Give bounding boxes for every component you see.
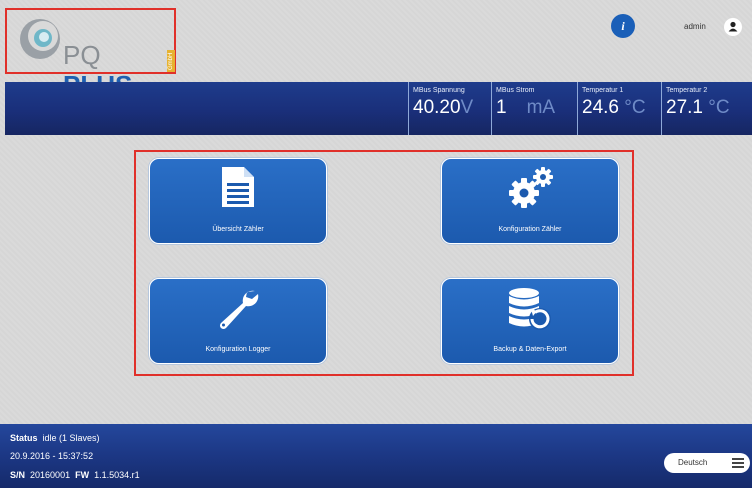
user-icon	[728, 21, 738, 32]
measurement-unit: V	[460, 97, 474, 118]
tile-label: Übersicht Zähler	[212, 226, 264, 233]
status-footer: Status idle (1 Slaves) 20.9.2016 - 15:37…	[0, 424, 752, 488]
language-label: Deutsch	[678, 458, 708, 467]
user-name[interactable]: admin	[684, 22, 706, 31]
firmware-label: FW	[75, 470, 90, 480]
page: PQ PLUS GmbH i admin MBus Spannung 40.20…	[0, 0, 752, 488]
measurement-unit: °C	[624, 97, 646, 118]
measurement-value: 40.20	[413, 97, 461, 118]
measurement-bar: MBus Spannung 40.20V MBus Strom 1 mA Temp…	[5, 82, 752, 135]
measurement-unit: mA	[526, 97, 556, 118]
info-button[interactable]: i	[611, 14, 635, 38]
user-avatar[interactable]	[724, 18, 742, 36]
main-menu: Übersicht Zähler Konfiguration Zähler Ko…	[134, 150, 634, 376]
status-value: idle (1 Slaves)	[42, 433, 100, 443]
serial-value: 20160001	[30, 470, 71, 480]
serial-label: S/N	[10, 470, 26, 480]
tile-label: Konfiguration Logger	[205, 346, 271, 353]
tile-label: Backup & Daten-Export	[493, 346, 567, 353]
measurement-label: Temperatur 1	[582, 87, 624, 94]
configure-logger-button[interactable]: Konfiguration Logger	[149, 278, 327, 364]
measurement-value: 1	[496, 97, 507, 118]
database-restore-icon	[509, 288, 551, 330]
firmware-value: 1.1.5034.r1	[94, 470, 140, 480]
language-selector[interactable]: Deutsch	[664, 453, 750, 473]
status-label: Status	[10, 433, 38, 443]
measurement-temperature-2: Temperatur 2 27.1 °C	[661, 82, 730, 135]
logo-text-pq: PQ	[63, 40, 101, 70]
measurement-mbus-voltage: MBus Spannung 40.20V	[408, 82, 473, 135]
status-line: Status idle (1 Slaves)	[10, 433, 100, 443]
measurement-value: 24.6	[582, 97, 619, 118]
info-icon: i	[621, 19, 625, 33]
measurement-unit: °C	[708, 97, 730, 118]
backup-export-button[interactable]: Backup & Daten-Export	[441, 278, 619, 364]
hamburger-menu-icon[interactable]	[732, 458, 744, 468]
measurement-temperature-1: Temperatur 1 24.6 °C	[577, 82, 646, 135]
serial-firmware-line: S/N 20160001 FW 1.1.5034.r1	[10, 470, 140, 480]
logo[interactable]: PQ PLUS GmbH	[5, 8, 176, 100]
wrench-icon	[219, 290, 259, 330]
tile-label: Konfiguration Zähler	[498, 226, 562, 233]
measurement-mbus-current: MBus Strom 1 mA	[491, 82, 555, 135]
gears-icon	[509, 167, 553, 208]
measurement-label: Temperatur 2	[666, 87, 708, 94]
configure-meters-button[interactable]: Konfiguration Zähler	[441, 158, 619, 244]
overview-meters-button[interactable]: Übersicht Zähler	[149, 158, 327, 244]
measurement-label: MBus Strom	[496, 87, 535, 94]
document-icon	[222, 167, 254, 207]
measurement-label: MBus Spannung	[413, 87, 465, 94]
datetime: 20.9.2016 - 15:37:52	[10, 451, 94, 461]
logo-mark-icon	[20, 19, 60, 59]
logo-gmbh-tag: GmbH	[167, 50, 175, 72]
measurement-value: 27.1	[666, 97, 703, 118]
